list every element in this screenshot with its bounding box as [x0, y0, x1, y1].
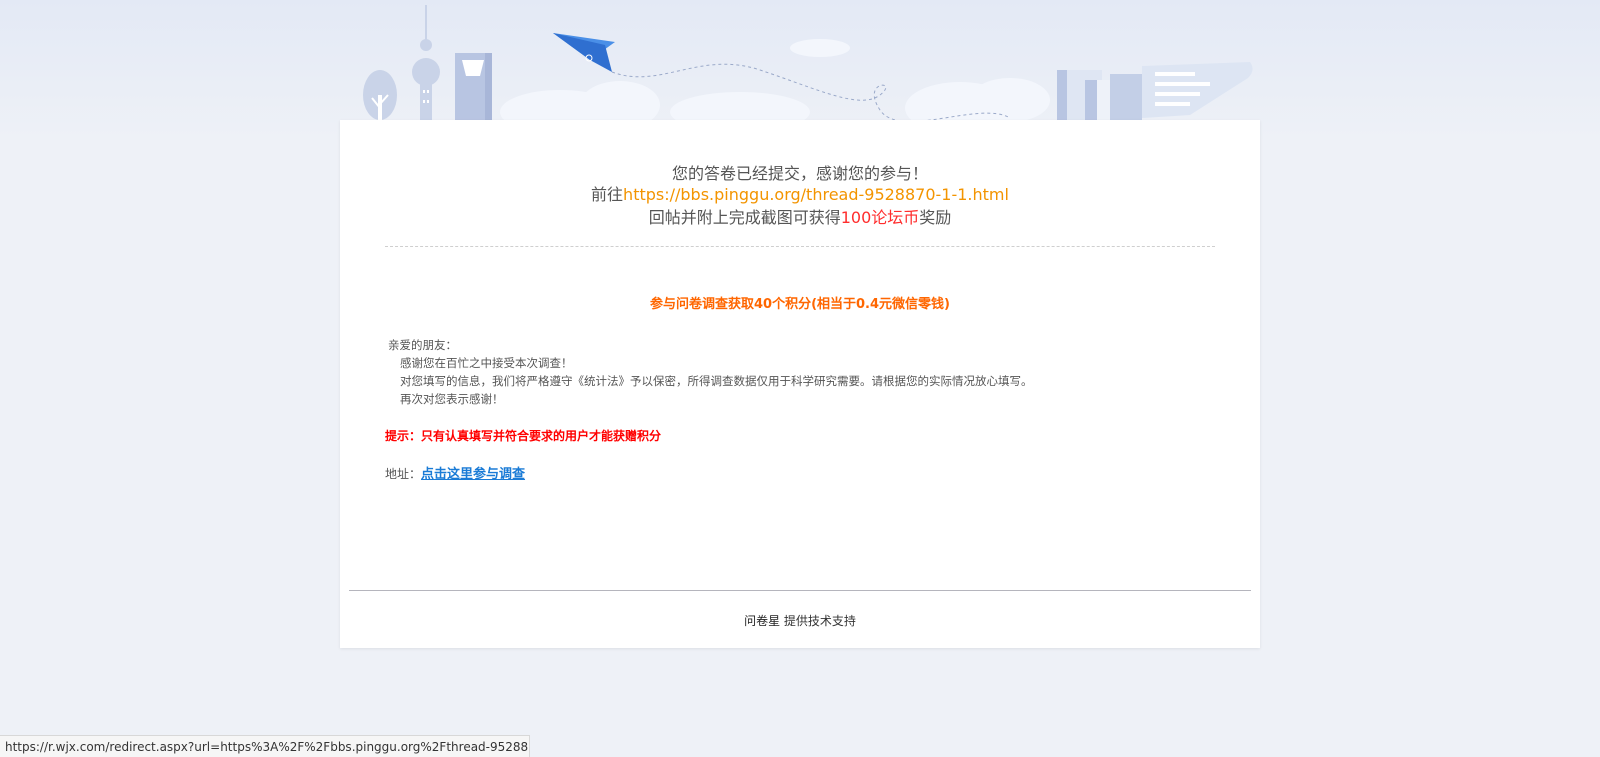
- reward-amount: 100论坛币: [840, 208, 920, 227]
- reward-prefix: 回帖并附上完成截图可获得: [648, 208, 841, 227]
- dashed-divider: [385, 246, 1215, 247]
- document-icon: [1142, 62, 1253, 118]
- letter-greeting: 亲爱的朋友：: [388, 338, 457, 352]
- books-icon: [1057, 70, 1142, 125]
- forum-instruction-prefix: 前往: [591, 185, 624, 204]
- survey-address: 地址：点击这里参与调查: [385, 463, 525, 482]
- tower-icon: [412, 5, 440, 125]
- footer: 问卷星 提供技术支持: [340, 612, 1260, 629]
- building-icon: [455, 53, 492, 125]
- letter-line: 对您填写的信息，我们将严格遵守《统计法》予以保密，所得调查数据仅用于科学研究需要…: [400, 374, 1033, 388]
- letter-line: 感谢您在百忙之中接受本次调查！: [400, 356, 573, 370]
- letter-line: 再次对您表示感谢！: [400, 392, 504, 406]
- header-illustration: [363, 5, 1253, 125]
- forum-thread-link[interactable]: https://bbs.pinggu.org/thread-9528870-1-…: [623, 185, 1009, 204]
- reward-info: 回帖并附上完成截图可获得100论坛币奖励: [340, 204, 1260, 228]
- promo-title: 参与问卷调查获取40个积分(相当于0.4元微信零钱): [649, 297, 950, 312]
- survey-link[interactable]: 点击这里参与调查: [421, 467, 525, 482]
- paper-plane-icon: [553, 33, 615, 72]
- reward-suffix: 奖励: [919, 208, 952, 227]
- footer-brand[interactable]: 问卷星: [744, 614, 780, 628]
- address-label: 地址：: [385, 467, 422, 481]
- footer-divider: [349, 590, 1251, 591]
- browser-status-bar: https://r.wjx.com/redirect.aspx?url=http…: [0, 735, 530, 757]
- tree-icon: [363, 70, 397, 120]
- promo-tip: 提示：只有认真填写并符合要求的用户才能获赠积分: [385, 429, 662, 443]
- result-card: 您的答卷已经提交，感谢您的参与！ 前往https://bbs.pinggu.or…: [340, 120, 1260, 648]
- promo-letter: 亲爱的朋友： 感谢您在百忙之中接受本次调查！ 对您填写的信息，我们将严格遵守《统…: [388, 336, 1033, 408]
- footer-text: 提供技术支持: [780, 614, 856, 628]
- forum-instruction: 前往https://bbs.pinggu.org/thread-9528870-…: [340, 181, 1260, 205]
